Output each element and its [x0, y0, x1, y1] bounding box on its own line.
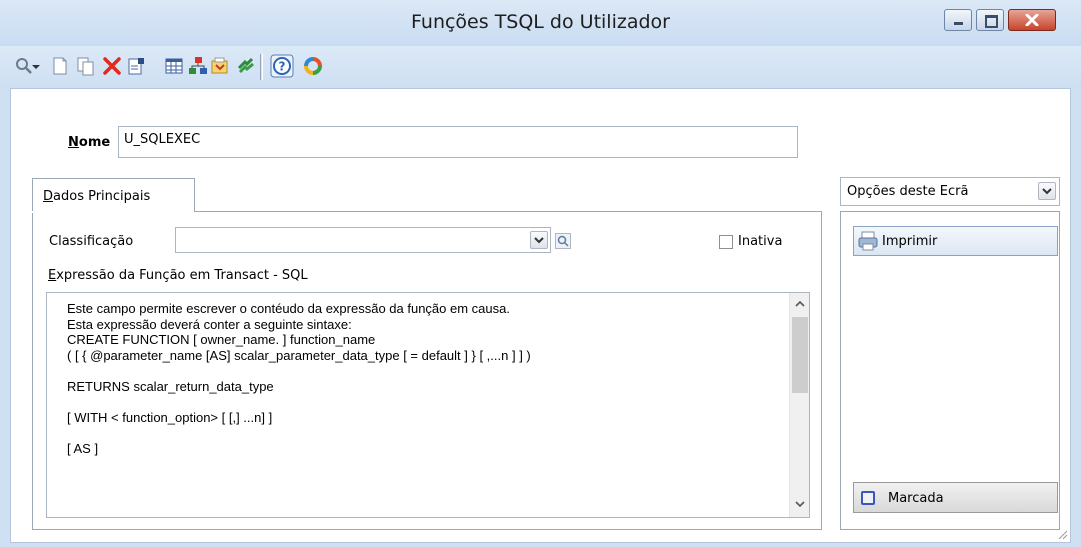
- chevron-down-icon: [1042, 188, 1052, 195]
- printer-icon: [858, 231, 878, 251]
- memo-line: Esta expressão deverá conter a seguinte …: [67, 316, 352, 332]
- maximize-button[interactable]: [976, 9, 1004, 31]
- title-bar[interactable]: Funções TSQL do Utilizador: [0, 0, 1081, 46]
- memo-line: Este campo permite escrever o contéudo d…: [67, 301, 510, 316]
- toolbar-separator: [260, 54, 263, 80]
- imprimir-label: Imprimir: [882, 234, 938, 249]
- properties-icon[interactable]: [126, 56, 146, 76]
- search-icon: [557, 235, 569, 247]
- hierarchy-icon[interactable]: [188, 56, 208, 76]
- nome-label: Nome: [68, 135, 111, 150]
- close-button[interactable]: [1008, 9, 1056, 31]
- marcada-button[interactable]: Marcada: [853, 482, 1058, 513]
- memo-line: [ AS ]: [67, 440, 99, 456]
- resize-grip-icon[interactable]: [1056, 528, 1068, 540]
- scroll-up-icon[interactable]: [794, 299, 806, 309]
- chevron-down-icon: [534, 237, 544, 244]
- memo-scrollbar-thumb[interactable]: [792, 317, 808, 393]
- export-icon[interactable]: [210, 56, 230, 76]
- opcoes-ecra-combo[interactable]: Opções deste Ecrã: [840, 177, 1060, 206]
- memo-line: CREATE FUNCTION [ owner_name. ] function…: [67, 332, 376, 347]
- marcada-checkbox-icon: [861, 491, 875, 505]
- main-panel: Classificação Inativa Expressão da Funçã…: [32, 211, 822, 530]
- opcoes-ecra-label: Opções deste Ecrã: [847, 184, 969, 199]
- memo-line: RETURNS scalar_return_data_type: [67, 378, 274, 394]
- opcoes-dropdown-button[interactable]: [1038, 182, 1056, 200]
- nome-field[interactable]: U_SQLEXEC: [118, 126, 798, 158]
- tab-join: [32, 211, 194, 213]
- tab-dados-principais[interactable]: Dados Principais: [32, 178, 195, 212]
- help-icon[interactable]: ?: [270, 54, 294, 78]
- classificacao-label: Classificação: [49, 234, 134, 249]
- minimize-button[interactable]: [944, 9, 972, 31]
- copy-icon[interactable]: [76, 56, 96, 76]
- form-area: Nome U_SQLEXEC Dados Principais Classifi…: [10, 88, 1071, 543]
- inativa-label: Inativa: [738, 234, 783, 249]
- marcada-label: Marcada: [888, 491, 944, 506]
- minimize-icon: [954, 22, 963, 25]
- maximize-icon: [985, 15, 998, 28]
- memo-line: ( [ { @parameter_name [AS] scalar_parame…: [67, 347, 531, 363]
- memo-line: [ WITH < function_option> [ [,] ...n] ]: [67, 409, 273, 425]
- classificacao-combo[interactable]: [175, 227, 551, 253]
- tab-label: Dados Principais: [43, 189, 151, 204]
- new-document-icon[interactable]: [50, 56, 70, 76]
- scroll-down-icon[interactable]: [794, 499, 806, 509]
- table-icon[interactable]: [164, 56, 184, 76]
- side-panel: Imprimir Marcada: [840, 211, 1060, 530]
- window-title: Funções TSQL do Utilizador: [411, 11, 670, 33]
- dropdown-arrow-icon[interactable]: [31, 56, 41, 76]
- imprimir-button[interactable]: Imprimir: [853, 226, 1058, 256]
- svg-text:?: ?: [279, 60, 286, 74]
- delete-icon[interactable]: [102, 56, 122, 76]
- classificacao-dropdown-button[interactable]: [530, 231, 548, 249]
- cycle-icon[interactable]: [301, 54, 325, 78]
- toolbar: ?: [0, 46, 1081, 88]
- application-window: Funções TSQL do Utilizador ? Nome U_SQLE…: [0, 0, 1081, 547]
- expressao-memo[interactable]: Este campo permite escrever o contéudo d…: [46, 292, 810, 518]
- refresh-icon[interactable]: [236, 56, 256, 76]
- expressao-label: Expressão da Função em Transact - SQL: [48, 268, 308, 283]
- inativa-checkbox[interactable]: [719, 235, 733, 249]
- close-icon: [1025, 14, 1039, 26]
- memo-scrollbar[interactable]: [789, 293, 809, 517]
- classificacao-search-button[interactable]: [555, 233, 571, 249]
